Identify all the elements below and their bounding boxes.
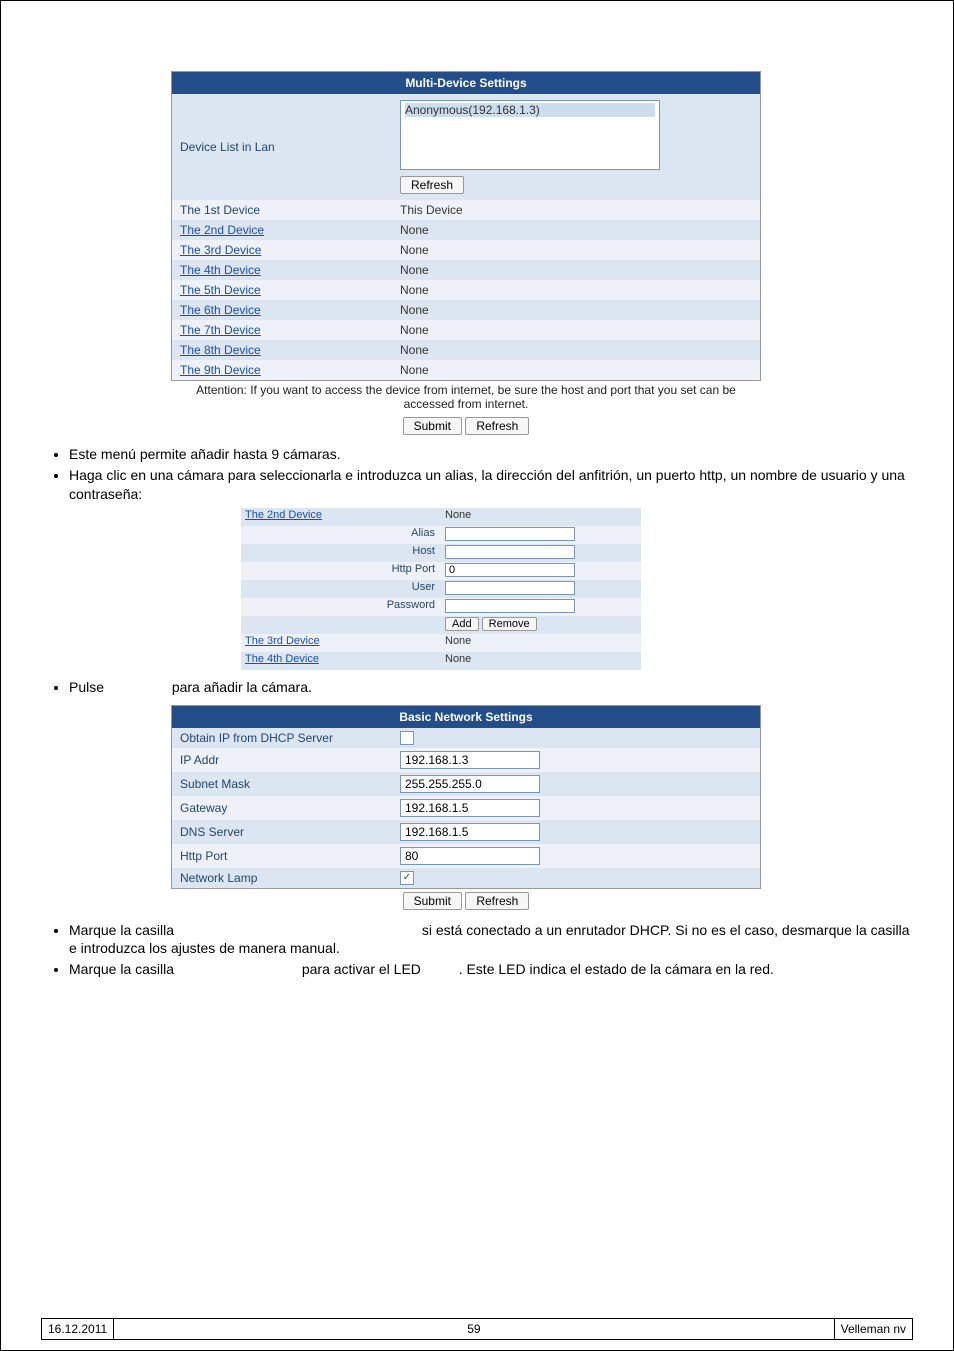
subnet-label: Subnet Mask [172, 772, 392, 796]
device-3-value: None [392, 240, 760, 260]
mini-dev3-link[interactable]: The 3rd Device [241, 634, 441, 652]
text3a: Pulse [69, 679, 104, 695]
bullet-5: Marque la casilla para activar el LED . … [69, 960, 913, 979]
add-button[interactable]: Add [445, 617, 479, 631]
device-3-link[interactable]: The 3rd Device [172, 240, 392, 260]
device-1-label: The 1st Device [172, 200, 392, 220]
dns-label: DNS Server [172, 820, 392, 844]
password-input[interactable] [445, 599, 575, 613]
host-input[interactable] [445, 545, 575, 559]
text4b: si está conectado a un enrutador DHCP. S… [69, 922, 910, 957]
text4: Marque la casilla [69, 922, 174, 938]
add-device-panel: The 2nd DeviceNone Alias Host Http Port … [241, 508, 641, 670]
lamp-checkbox[interactable]: ✓ [400, 871, 414, 885]
text3b: para añadir la cámara. [172, 679, 312, 695]
mini-dev4-link[interactable]: The 4th Device [241, 652, 441, 670]
mini-dev3-val: None [441, 634, 641, 652]
submit-button[interactable]: Submit [403, 417, 462, 435]
footer-date: 16.12.2011 [42, 1319, 114, 1339]
mini-dev4-val: None [441, 652, 641, 670]
multi-device-header: Multi-Device Settings [172, 72, 760, 94]
password-label: Password [241, 598, 441, 616]
device-8-value: None [392, 340, 760, 360]
ipaddr-label: IP Addr [172, 748, 392, 772]
device-2-link[interactable]: The 2nd Device [172, 220, 392, 240]
httpport-input[interactable] [445, 563, 575, 577]
gateway-label: Gateway [172, 796, 392, 820]
network-refresh-button[interactable]: Refresh [465, 892, 529, 910]
user-input[interactable] [445, 581, 575, 595]
remove-button[interactable]: Remove [482, 617, 537, 631]
device-5-link[interactable]: The 5th Device [172, 280, 392, 300]
dhcp-checkbox[interactable] [400, 731, 414, 745]
dhcp-label: Obtain IP from DHCP Server [172, 728, 392, 748]
device-8-link[interactable]: The 8th Device [172, 340, 392, 360]
network-header: Basic Network Settings [172, 706, 760, 728]
refresh-button[interactable]: Refresh [465, 417, 529, 435]
text5a: Marque la casilla [69, 961, 174, 977]
device-list-item[interactable]: Anonymous(192.168.1.3) [405, 103, 655, 117]
mini-dev2-val: None [441, 508, 641, 526]
device-6-value: None [392, 300, 760, 320]
net-httpport-label: Http Port [172, 844, 392, 868]
net-httpport-input[interactable] [400, 847, 540, 865]
multi-device-panel: Multi-Device Settings Device List in Lan… [171, 71, 761, 381]
device-9-link[interactable]: The 9th Device [172, 360, 392, 380]
device-7-link[interactable]: The 7th Device [172, 320, 392, 340]
footer-right: Velleman nv [835, 1319, 912, 1339]
attention-text: Attention: If you want to access the dev… [171, 381, 761, 413]
httpport-label: Http Port [241, 562, 441, 580]
page-footer: 16.12.2011 59 Velleman nv [41, 1318, 913, 1340]
device-7-value: None [392, 320, 760, 340]
lamp-label: Network Lamp [172, 868, 392, 888]
footer-page: 59 [114, 1319, 834, 1339]
ipaddr-input[interactable] [400, 751, 540, 769]
mini-dev2-link[interactable]: The 2nd Device [241, 508, 441, 526]
text5b: para activar el LED [302, 961, 421, 977]
gateway-input[interactable] [400, 799, 540, 817]
device-5-value: None [392, 280, 760, 300]
subnet-input[interactable] [400, 775, 540, 793]
device-1-value: This Device [392, 200, 760, 220]
device-4-value: None [392, 260, 760, 280]
bullet-3: Pulse para añadir la cámara. [69, 678, 913, 697]
device-listbox[interactable]: Anonymous(192.168.1.3) [400, 100, 660, 170]
refresh-listbox-button[interactable]: Refresh [400, 176, 464, 194]
network-panel: Basic Network Settings Obtain IP from DH… [171, 705, 761, 889]
device-4-link[interactable]: The 4th Device [172, 260, 392, 280]
device-list-label: Device List in Lan [172, 94, 392, 200]
network-submit-button[interactable]: Submit [403, 892, 462, 910]
alias-input[interactable] [445, 527, 575, 541]
alias-label: Alias [241, 526, 441, 544]
bullet-2: Haga clic en una cámara para seleccionar… [69, 466, 913, 504]
text5c: . Este LED indica el estado de la cámara… [459, 961, 774, 977]
bullet-1: Este menú permite añadir hasta 9 cámaras… [69, 445, 913, 464]
dns-input[interactable] [400, 823, 540, 841]
device-2-value: None [392, 220, 760, 240]
host-label: Host [241, 544, 441, 562]
device-9-value: None [392, 360, 760, 380]
device-6-link[interactable]: The 6th Device [172, 300, 392, 320]
user-label: User [241, 580, 441, 598]
bullet-4: Marque la casilla si está conectado a un… [69, 921, 913, 959]
